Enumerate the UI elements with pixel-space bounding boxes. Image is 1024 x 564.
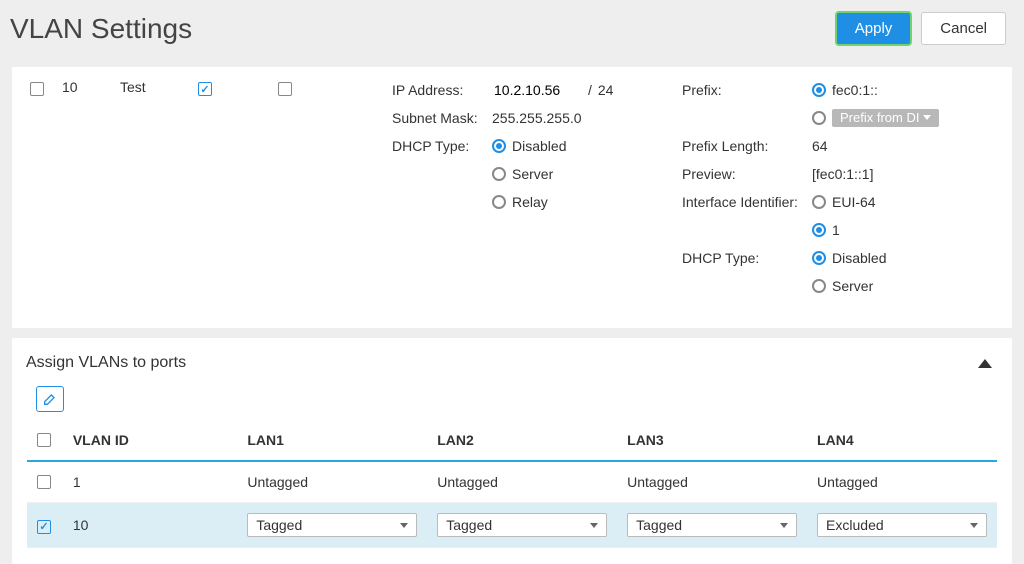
vlan-config-panel: 10 Test ✓ IP Address: / 24 Subnet Mask: … — [12, 67, 1012, 328]
ports-section-title: Assign VLANs to ports — [26, 354, 186, 372]
page-header: VLAN Settings Apply Cancel — [0, 0, 1024, 63]
vlan-enable-checkbox[interactable]: ✓ — [198, 82, 212, 96]
ipv6-dhcp-type-label: DHCP Type: — [682, 250, 812, 266]
ip-mask-value: 24 — [598, 82, 614, 98]
edit-button[interactable] — [36, 386, 64, 412]
dhcp-relay-label: Relay — [512, 194, 548, 210]
pencil-icon — [42, 391, 58, 407]
col-lan1: LAN1 — [237, 420, 427, 461]
cell-lan4: Untagged — [807, 461, 997, 503]
lan1-select-value: Tagged — [256, 517, 302, 533]
iid-eui64-radio[interactable] — [812, 195, 826, 209]
lan2-select[interactable]: Tagged — [437, 513, 607, 537]
prefix-length-label: Prefix Length: — [682, 138, 812, 154]
ip-address-label: IP Address: — [392, 82, 492, 98]
vlan-config-row: 10 Test ✓ IP Address: / 24 Subnet Mask: … — [12, 67, 1012, 328]
ipv6-dhcp-disabled-label: Disabled — [832, 250, 886, 266]
ports-table-row: ✓ 10 Tagged Tagged Tagged — [27, 503, 997, 548]
ports-table-row: 1 Untagged Untagged Untagged Untagged — [27, 461, 997, 503]
chevron-down-icon — [923, 115, 931, 120]
ip-mask-separator: / — [588, 82, 592, 98]
row-checkbox[interactable] — [37, 475, 51, 489]
collapse-icon[interactable] — [978, 359, 992, 368]
lan4-select[interactable]: Excluded — [817, 513, 987, 537]
dhcp-server-label: Server — [512, 166, 553, 182]
lan1-select[interactable]: Tagged — [247, 513, 417, 537]
ports-table: VLAN ID LAN1 LAN2 LAN3 LAN4 1 Untagged U… — [27, 420, 997, 548]
dhcp-server-radio[interactable] — [492, 167, 506, 181]
row-select-checkbox[interactable] — [30, 82, 44, 96]
col-lan2: LAN2 — [427, 420, 617, 461]
col-lan4: LAN4 — [807, 420, 997, 461]
prefix-length-value: 64 — [812, 138, 828, 154]
lan3-select-value: Tagged — [636, 517, 682, 533]
chevron-down-icon — [970, 523, 978, 528]
cell-vlan-id: 10 — [63, 503, 238, 548]
ipv6-dhcp-disabled-radio[interactable] — [812, 251, 826, 265]
dhcp-relay-radio[interactable] — [492, 195, 506, 209]
prefix-from-dhcp-select[interactable]: Prefix from DI — [832, 109, 939, 127]
ipv6-dhcp-server-label: Server — [832, 278, 873, 294]
prefix-label: Prefix: — [682, 82, 812, 98]
iid-eui64-label: EUI-64 — [832, 194, 876, 210]
ipv6-column: Prefix: fec0:1:: Prefix from DI Prefix L… — [682, 79, 1002, 303]
ports-section-header: Assign VLANs to ports — [12, 338, 1012, 386]
chevron-down-icon — [400, 523, 408, 528]
vlan-id-value: 10 — [62, 79, 102, 95]
ipv4-column: IP Address: / 24 Subnet Mask: 255.255.25… — [392, 79, 682, 303]
ports-table-header-row: VLAN ID LAN1 LAN2 LAN3 LAN4 — [27, 420, 997, 461]
ipv6-dhcp-server-radio[interactable] — [812, 279, 826, 293]
prefix-dhcp-radio[interactable] — [812, 111, 826, 125]
subnet-mask-label: Subnet Mask: — [392, 110, 492, 126]
subnet-mask-value: 255.255.255.0 — [492, 110, 582, 126]
lan2-select-value: Tagged — [446, 517, 492, 533]
prefix-from-dhcp-label: Prefix from DI — [840, 110, 919, 125]
preview-value: [fec0:1::1] — [812, 166, 873, 182]
prefix-manual-radio[interactable] — [812, 83, 826, 97]
col-vlan-id: VLAN ID — [63, 420, 238, 461]
dhcp-disabled-label: Disabled — [512, 138, 566, 154]
page-title: VLAN Settings — [10, 13, 192, 45]
cell-lan1: Untagged — [237, 461, 427, 503]
iid-manual-value: 1 — [832, 222, 840, 238]
vlan-name-value: Test — [120, 79, 180, 95]
dhcp-type-label: DHCP Type: — [392, 138, 492, 154]
apply-button[interactable]: Apply — [836, 12, 912, 45]
ports-panel: Assign VLANs to ports VLAN ID LAN1 LAN2 … — [12, 338, 1012, 564]
vlan-row-left: 10 Test ✓ — [22, 79, 392, 303]
select-all-checkbox[interactable] — [37, 433, 51, 447]
cancel-button[interactable]: Cancel — [921, 12, 1006, 45]
preview-label: Preview: — [682, 166, 812, 182]
cell-lan3: Untagged — [617, 461, 807, 503]
ip-address-input[interactable] — [492, 81, 582, 100]
dhcp-disabled-radio[interactable] — [492, 139, 506, 153]
lan4-select-value: Excluded — [826, 517, 884, 533]
iid-manual-radio[interactable] — [812, 223, 826, 237]
header-buttons: Apply Cancel — [836, 12, 1006, 45]
chevron-down-icon — [590, 523, 598, 528]
interface-id-label: Interface Identifier: — [682, 194, 812, 210]
cell-vlan-id: 1 — [63, 461, 238, 503]
col-lan3: LAN3 — [617, 420, 807, 461]
prefix-value: fec0:1:: — [832, 82, 878, 98]
row-checkbox[interactable]: ✓ — [37, 520, 51, 534]
cell-lan2: Untagged — [427, 461, 617, 503]
vlan-ipv6-checkbox[interactable] — [278, 82, 292, 96]
lan3-select[interactable]: Tagged — [627, 513, 797, 537]
chevron-down-icon — [780, 523, 788, 528]
